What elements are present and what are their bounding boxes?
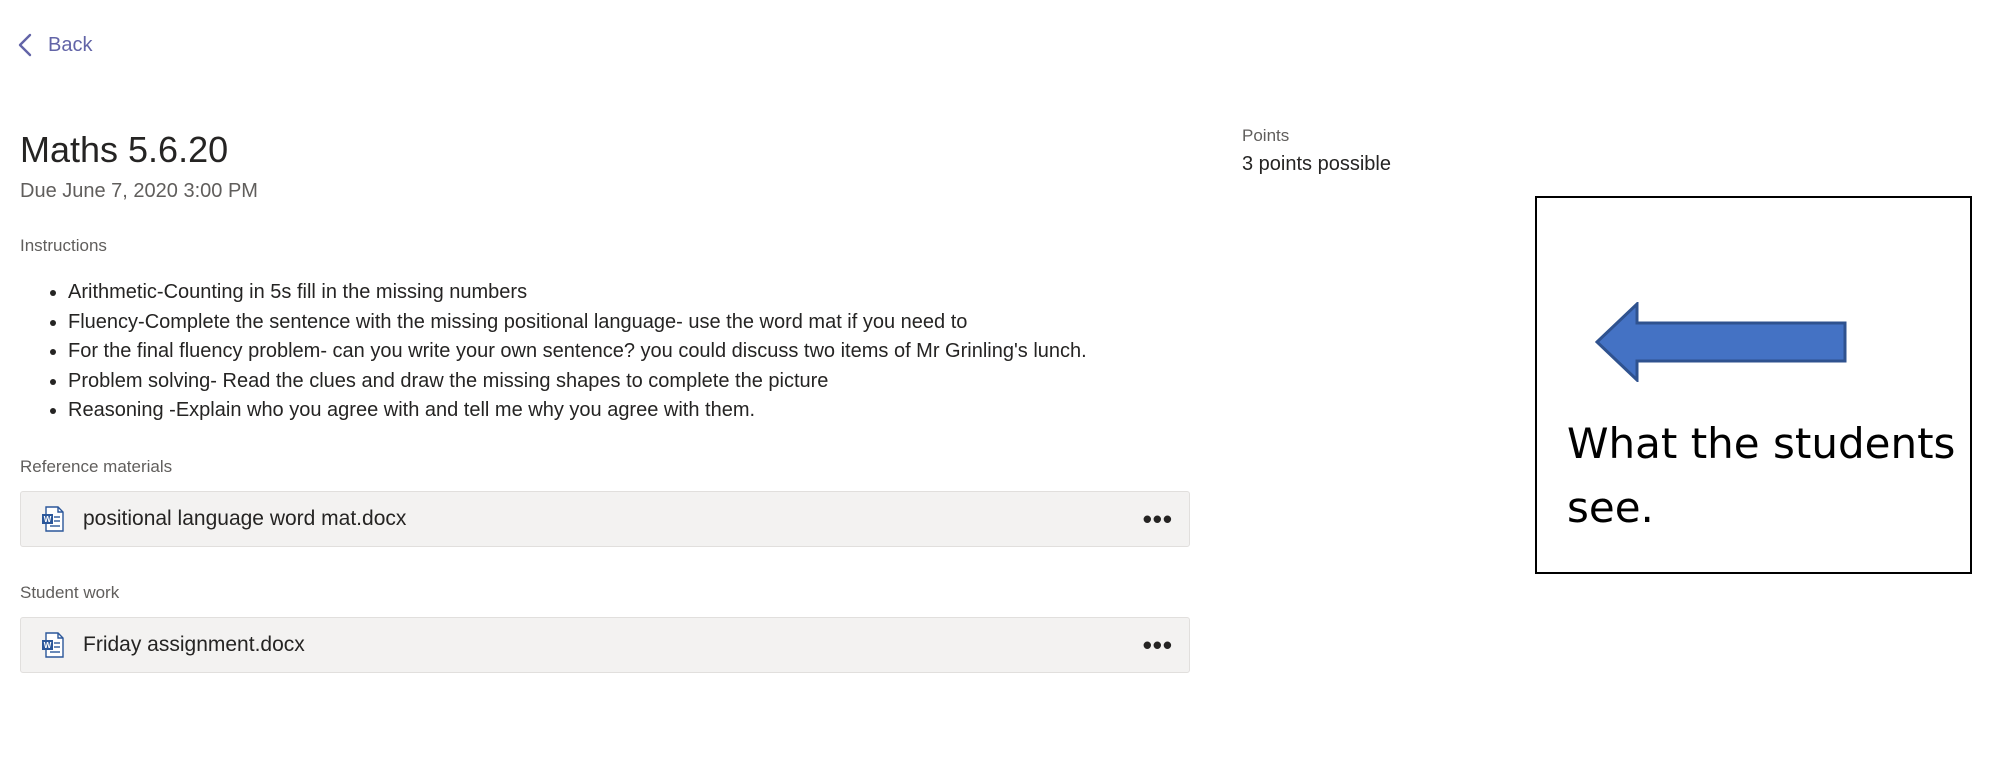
list-item: Reasoning -Explain who you agree with an… bbox=[68, 396, 1087, 426]
reference-file-card[interactable]: W positional language word mat.docx ••• bbox=[20, 491, 1190, 547]
svg-text:W: W bbox=[44, 515, 52, 524]
points-label: Points bbox=[1242, 126, 1290, 145]
svg-text:W: W bbox=[44, 641, 52, 650]
list-item: Problem solving- Read the clues and draw… bbox=[68, 367, 1087, 397]
more-options-button[interactable]: ••• bbox=[1143, 632, 1173, 658]
page-title: Maths 5.6.20 bbox=[20, 129, 229, 170]
more-options-button[interactable]: ••• bbox=[1143, 506, 1173, 532]
due-date: Due June 7, 2020 3:00 PM bbox=[20, 180, 258, 202]
instructions-list: Arithmetic-Counting in 5s fill in the mi… bbox=[20, 278, 1087, 426]
file-name: Friday assignment.docx bbox=[83, 633, 305, 656]
student-work-heading: Student work bbox=[20, 583, 120, 602]
reference-materials-heading: Reference materials bbox=[20, 457, 173, 476]
instructions-heading: Instructions bbox=[20, 236, 107, 255]
back-label: Back bbox=[48, 33, 93, 56]
word-document-icon: W bbox=[42, 632, 64, 658]
word-document-icon: W bbox=[42, 506, 64, 532]
chevron-left-icon bbox=[18, 33, 32, 57]
points-value: 3 points possible bbox=[1242, 153, 1391, 175]
student-work-file-card[interactable]: W Friday assignment.docx ••• bbox=[20, 617, 1190, 673]
list-item: For the final fluency problem- can you w… bbox=[68, 337, 1087, 367]
annotation-callout: What the students see. bbox=[1535, 196, 1972, 574]
list-item: Arithmetic-Counting in 5s fill in the mi… bbox=[68, 278, 1087, 308]
list-item: Fluency-Complete the sentence with the m… bbox=[68, 308, 1087, 338]
file-name: positional language word mat.docx bbox=[83, 507, 407, 530]
annotation-text: What the students see. bbox=[1567, 419, 1956, 532]
back-button[interactable]: Back bbox=[18, 30, 92, 60]
left-arrow-icon bbox=[1595, 302, 1847, 382]
